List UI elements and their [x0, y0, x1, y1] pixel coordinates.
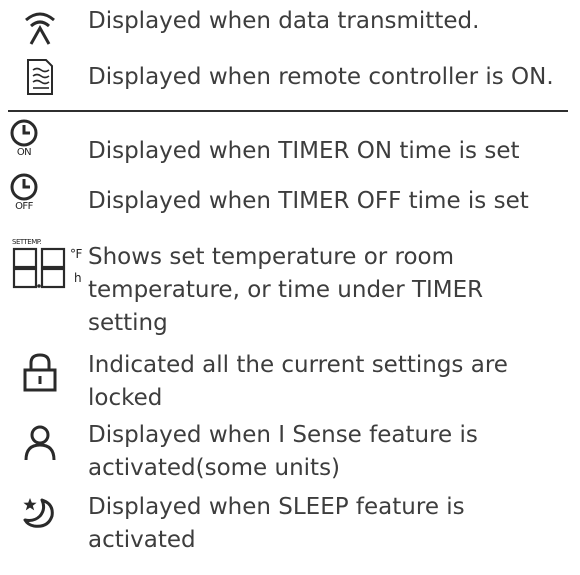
row-line: activated(some units): [88, 455, 341, 481]
row-line: locked: [88, 385, 163, 411]
remote-on-icon: [0, 58, 80, 96]
row-temperature-text: Shows set temperature or room temperatur…: [88, 241, 483, 340]
row-line: Indicated all the current settings are: [88, 352, 508, 378]
row-remote-on-text: Displayed when remote controller is ON.: [88, 61, 554, 94]
row-line: Displayed when TIMER OFF time is set: [88, 188, 529, 214]
row-line: Displayed when SLEEP feature is: [88, 494, 465, 520]
row-sleep-text: Displayed when SLEEP feature is activate…: [88, 491, 465, 557]
row-line: Displayed when TIMER ON time is set: [88, 138, 520, 164]
timer-off-icon: OFF: [0, 172, 64, 212]
row-line: activated: [88, 527, 196, 553]
row-transmit-text: Displayed when data transmitted.: [88, 5, 479, 38]
sleep-icon: [0, 494, 80, 532]
row-timer-on-text: Displayed when TIMER ON time is set: [88, 135, 520, 168]
lock-icon: [0, 352, 80, 392]
divider: [8, 110, 568, 112]
row-line: Displayed when I Sense feature is: [88, 422, 478, 448]
fahrenheit-label: °F: [70, 247, 82, 261]
row-line: temperature, or time under TIMER: [88, 277, 484, 303]
row-line: Displayed when remote controller is ON.: [88, 64, 554, 90]
timer-on-icon: ON: [0, 118, 64, 158]
row-line: setting: [88, 310, 168, 336]
hour-label: h: [74, 271, 82, 285]
timer-on-label: ON: [16, 147, 32, 158]
row-line: Displayed when data transmitted.: [88, 8, 480, 34]
row-line: Shows set temperature or room: [88, 244, 455, 270]
row-timer-off-text: Displayed when TIMER OFF time is set: [88, 185, 529, 218]
timer-off-label: OFF: [15, 201, 33, 212]
row-lock-text: Indicated all the current settings are l…: [88, 349, 508, 415]
set-temp-label: SETTEMP.: [12, 238, 42, 246]
transmit-icon: [0, 10, 80, 46]
person-icon: [0, 424, 80, 462]
row-isense-text: Displayed when I Sense feature is activa…: [88, 419, 478, 485]
